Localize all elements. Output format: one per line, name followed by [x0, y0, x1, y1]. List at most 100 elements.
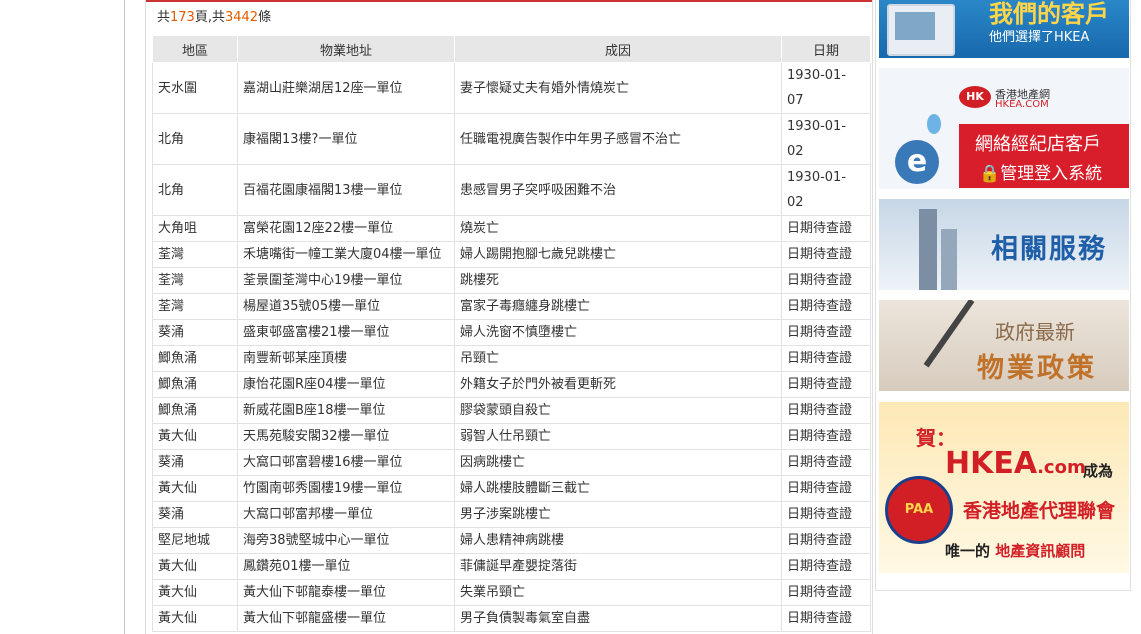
cell-date: 日期待查證: [781, 527, 871, 554]
cell-district: 黃大仙: [152, 423, 238, 450]
cell-district: 葵涌: [152, 449, 238, 476]
cell-date: 日期待查證: [781, 371, 871, 398]
cell-date: 日期待查證: [781, 553, 871, 580]
top-accent-line: [146, 0, 872, 2]
cell-cause: 婦人洗窗不慎墮樓亡: [454, 319, 782, 346]
cell-date: 日期待查證: [781, 501, 871, 528]
cell-district: 荃灣: [152, 267, 238, 294]
cell-cause: 因病跳樓亡: [454, 449, 782, 476]
cell-date: 日期待查證: [781, 397, 871, 424]
cell-address: 黃大仙下邨龍泰樓一單位: [237, 579, 455, 606]
cell-date: 日期待查證: [781, 579, 871, 606]
devices-icon: [887, 4, 955, 56]
cell-address: 康福閣13樓?一單位: [237, 113, 455, 165]
cell-date: 日期待查證: [781, 475, 871, 502]
cell-address: 竹園南邨秀園樓19樓一單位: [237, 475, 455, 502]
cell-address: 康怡花園R座04樓一單位: [237, 371, 455, 398]
cell-address: 禾塘嘴街一幢工業大廈04樓一單位: [237, 241, 455, 268]
table-row: 黃大仙 黃大仙下邨龍泰樓一單位 失業吊頸亡 日期待查證: [152, 579, 871, 606]
cell-address: 百福花園康福閣13樓一單位: [237, 164, 455, 216]
header-date: 日期: [781, 35, 871, 63]
cell-address: 鳳鑽苑01樓一單位: [237, 553, 455, 580]
header-address: 物業地址: [237, 35, 455, 63]
table-row: 黃大仙 鳳鑽苑01樓一單位 菲傭誕早產嬰掟落街 日期待查證: [152, 553, 871, 580]
cell-address: 大窩口邨富邦樓一單位: [237, 501, 455, 528]
agent-login-banner[interactable]: HK 香港地產網 HKEA.COM e 網絡經紀店客戶 🔒管理登入系統: [879, 68, 1129, 189]
table-row: 鯽魚涌 新威花園B座18樓一單位 膠袋蒙頭自殺亡 日期待查證: [152, 397, 871, 424]
cell-cause: 妻子懷疑丈夫有婚外情燒炭亡: [454, 62, 782, 114]
table-row: 北角 康福閣13樓?一單位 任職電視廣告製作中年男子感冒不治亡 1930-01- 02: [152, 113, 871, 165]
cell-cause: 富家子毒癮纏身跳樓亡: [454, 293, 782, 320]
cell-address: 黃大仙下邨龍盛樓一單位: [237, 605, 455, 632]
cell-address: 嘉湖山莊樂湖居12座一單位: [237, 62, 455, 114]
page-count: 173: [170, 10, 195, 25]
cell-date: 日期待查證: [781, 319, 871, 346]
cell-date: 日期待查證: [781, 345, 871, 372]
policy-banner[interactable]: 政府最新 物業政策: [879, 300, 1129, 391]
cell-district: 鯽魚涌: [152, 371, 238, 398]
cell-district: 北角: [152, 164, 238, 216]
cell-district: 葵涌: [152, 501, 238, 528]
cell-district: 天水圍: [152, 62, 238, 114]
cell-address: 大窩口邨富碧樓16樓一單位: [237, 449, 455, 476]
cell-cause: 跳樓死: [454, 267, 782, 294]
cell-cause: 外籍女子於門外被看更斬死: [454, 371, 782, 398]
cell-date: 日期待查證: [781, 423, 871, 450]
cell-date: 日期待查證: [781, 241, 871, 268]
cell-date: 日期待查證: [781, 449, 871, 476]
hkea-logo-icon: HK: [959, 86, 991, 108]
our-clients-banner[interactable]: 我們的客戶 他們選擇了HKEA: [879, 0, 1129, 58]
cell-cause: 任職電視廣告製作中年男子感冒不治亡: [454, 113, 782, 165]
cell-district: 鯽魚涌: [152, 397, 238, 424]
building-icon: [941, 229, 957, 290]
property-table: 地區 物業地址 成因 日期 天水圍 嘉湖山莊樂湖居12座一單位 妻子懷疑丈夫有婚外情…: [152, 35, 871, 632]
cell-address: 荃景圍荃灣中心19樓一單位: [237, 267, 455, 294]
table-row: 大角咀 富榮花園12座22樓一單位 燒炭亡 日期待查證: [152, 215, 871, 242]
cell-date: 1930-01- 02: [781, 164, 871, 216]
table-row: 鯽魚涌 南豐新邨某座頂樓 吊頸亡 日期待查證: [152, 345, 871, 372]
congrats-banner[interactable]: 賀： HKEA.com 成為 PAA 香港地產代理聯會 唯一的 地產資訊顧問: [879, 402, 1129, 573]
cell-date: 日期待查證: [781, 293, 871, 320]
cell-date: 日期待查證: [781, 267, 871, 294]
cell-cause: 婦人患精神病跳樓: [454, 527, 782, 554]
table-row: 鯽魚涌 康怡花園R座04樓一單位 外籍女子於門外被看更斬死 日期待查證: [152, 371, 871, 398]
cell-cause: 吊頸亡: [454, 345, 782, 372]
cell-date: 1930-01- 02: [781, 113, 871, 165]
cell-date: 1930-01- 07: [781, 62, 871, 114]
table-row: 葵涌 大窩口邨富碧樓16樓一單位 因病跳樓亡 日期待查證: [152, 449, 871, 476]
cell-district: 堅尼地城: [152, 527, 238, 554]
building-icon: [919, 209, 937, 290]
related-services-banner[interactable]: 相關服務: [879, 199, 1129, 290]
table-row: 天水圍 嘉湖山莊樂湖居12座一單位 妻子懷疑丈夫有婚外情燒炭亡 1930-01- 07: [152, 62, 871, 114]
cell-address: 富榮花園12座22樓一單位: [237, 215, 455, 242]
table-row: 堅尼地城 海旁38號堅城中心一單位 婦人患精神病跳樓 日期待查證: [152, 527, 871, 554]
cell-district: 大角咀: [152, 215, 238, 242]
table-row: 北角 百福花園康福閣13樓一單位 患感冒男子突呼吸困難不治 1930-01- 02: [152, 164, 871, 216]
header-cause: 成因: [454, 35, 782, 63]
cell-date: 日期待查證: [781, 215, 871, 242]
table-row: 黃大仙 竹園南邨秀園樓19樓一單位 婦人跳樓肢體斷三截亡 日期待查證: [152, 475, 871, 502]
cell-cause: 弱智人仕吊頸亡: [454, 423, 782, 450]
pagination-summary: 共173頁,共3442條: [157, 10, 272, 25]
cell-district: 黃大仙: [152, 553, 238, 580]
cell-district: 黃大仙: [152, 605, 238, 632]
cell-cause: 男子負債製毒氣室自盡: [454, 605, 782, 632]
pen-icon: [923, 300, 975, 368]
record-count: 3442: [224, 10, 259, 25]
cell-cause: 菲傭誕早產嬰掟落街: [454, 553, 782, 580]
header-district: 地區: [152, 35, 238, 63]
cell-district: 北角: [152, 113, 238, 165]
cell-cause: 婦人跳樓肢體斷三截亡: [454, 475, 782, 502]
cell-cause: 婦人踢開抱腳七歲兒跳樓亡: [454, 241, 782, 268]
cell-cause: 失業吊頸亡: [454, 579, 782, 606]
cell-date: 日期待查證: [781, 605, 871, 632]
cell-cause: 患感冒男子突呼吸困難不治: [454, 164, 782, 216]
cell-address: 新威花園B座18樓一單位: [237, 397, 455, 424]
table-row: 黃大仙 天馬苑駿安閣32樓一單位 弱智人仕吊頸亡 日期待查證: [152, 423, 871, 450]
cell-district: 葵涌: [152, 319, 238, 346]
cell-address: 南豐新邨某座頂樓: [237, 345, 455, 372]
cell-address: 楊屋道35號05樓一單位: [237, 293, 455, 320]
cell-cause: 膠袋蒙頭自殺亡: [454, 397, 782, 424]
cell-cause: 燒炭亡: [454, 215, 782, 242]
table-row: 葵涌 大窩口邨富邦樓一單位 男子涉案跳樓亡 日期待查證: [152, 501, 871, 528]
